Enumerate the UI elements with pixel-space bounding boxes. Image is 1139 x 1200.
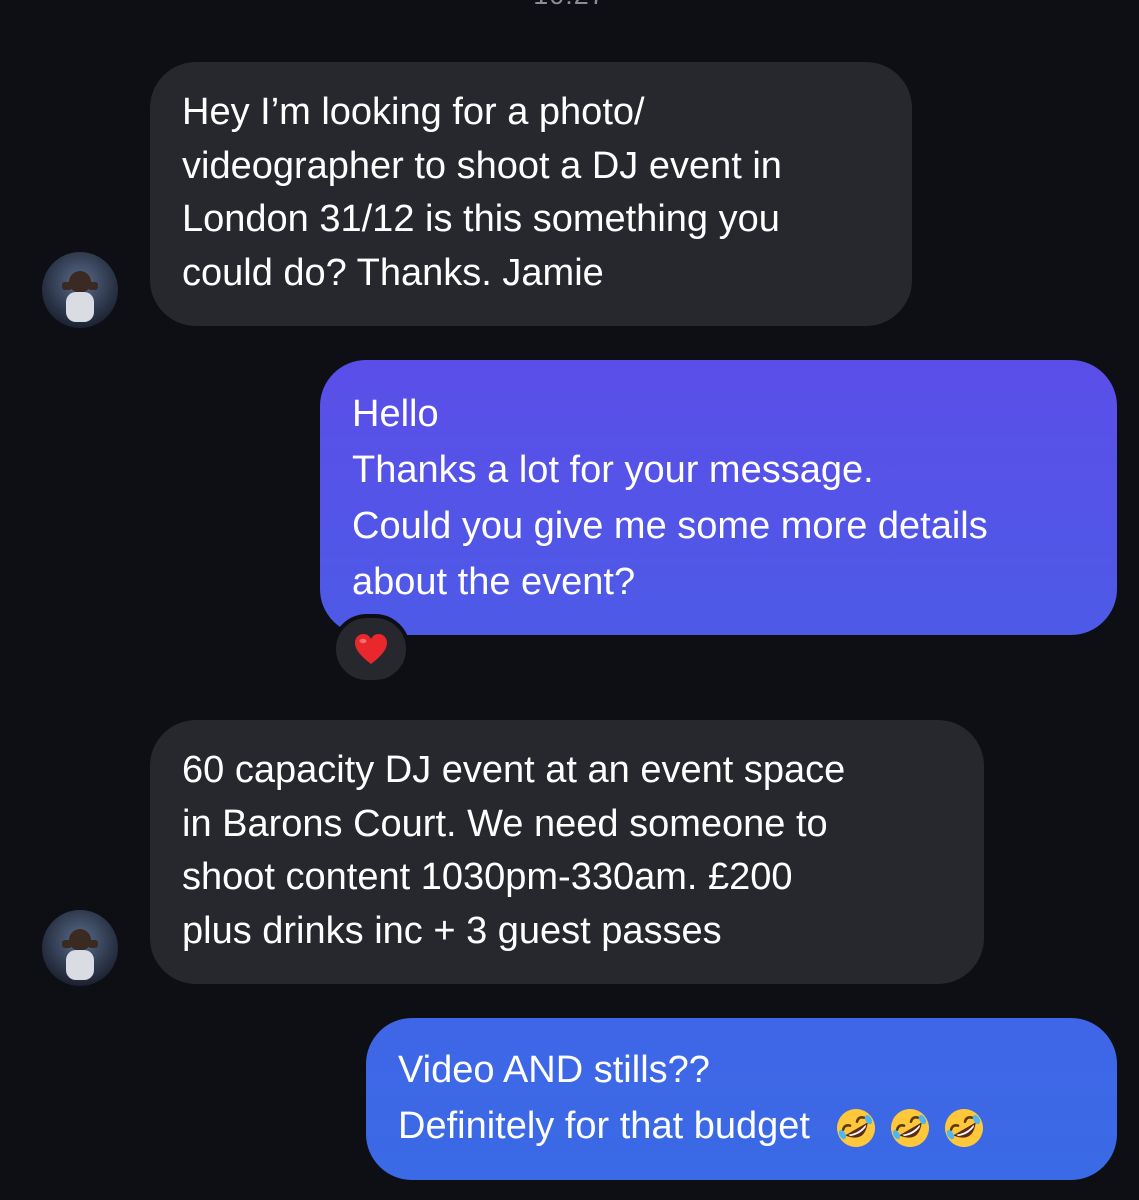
message-line-text: Definitely for that budget <box>398 1105 810 1147</box>
message-line: shoot content 1030pm-330am. £200 <box>182 856 793 898</box>
message-line: Video AND stills?? <box>398 1049 710 1091</box>
message-line: Hey I’m looking for a photo/ <box>182 91 645 133</box>
avatar-photo-icon <box>42 252 118 328</box>
timestamp: 10:27 <box>0 0 1139 11</box>
message-line: could do? Thanks. Jamie <box>182 251 604 294</box>
message-line: London 31/12 is this something you <box>182 198 780 240</box>
message-bubble-outgoing[interactable]: Hello Thanks a lot for your message. Cou… <box>320 360 1117 635</box>
message-line: Thanks a lot for your message. <box>352 449 874 491</box>
message-bubble-incoming[interactable]: 60 capacity DJ event at an event space i… <box>150 720 984 984</box>
reaction-badge[interactable] <box>332 614 410 684</box>
message-bubble-outgoing[interactable]: Video AND stills?? Definitely for that b… <box>366 1018 1117 1180</box>
message-line: Could you give me some more details <box>352 505 988 547</box>
message-bubble-incoming[interactable]: Hey I’m looking for a photo/ videographe… <box>150 62 912 326</box>
message-line: Definitely for that budget <box>398 1098 1085 1154</box>
heart-emoji-icon <box>355 634 387 664</box>
message-line: videographer to shoot a DJ event in <box>182 144 782 187</box>
message-line: plus drinks inc + 3 guest passes <box>182 909 722 952</box>
rolling-on-floor-laughing-emoji-icon <box>945 1108 984 1147</box>
message-line: in Barons Court. We need someone to <box>182 802 828 845</box>
emoji-group <box>834 1106 986 1150</box>
avatar[interactable] <box>42 910 118 986</box>
message-line: about the event? <box>352 561 636 603</box>
message-line: Hello <box>352 393 439 435</box>
message-line: 60 capacity DJ event at an event space <box>182 749 846 791</box>
avatar-photo-icon <box>42 910 118 986</box>
rolling-on-floor-laughing-emoji-icon <box>891 1108 930 1147</box>
rolling-on-floor-laughing-emoji-icon <box>837 1108 876 1147</box>
avatar[interactable] <box>42 252 118 328</box>
